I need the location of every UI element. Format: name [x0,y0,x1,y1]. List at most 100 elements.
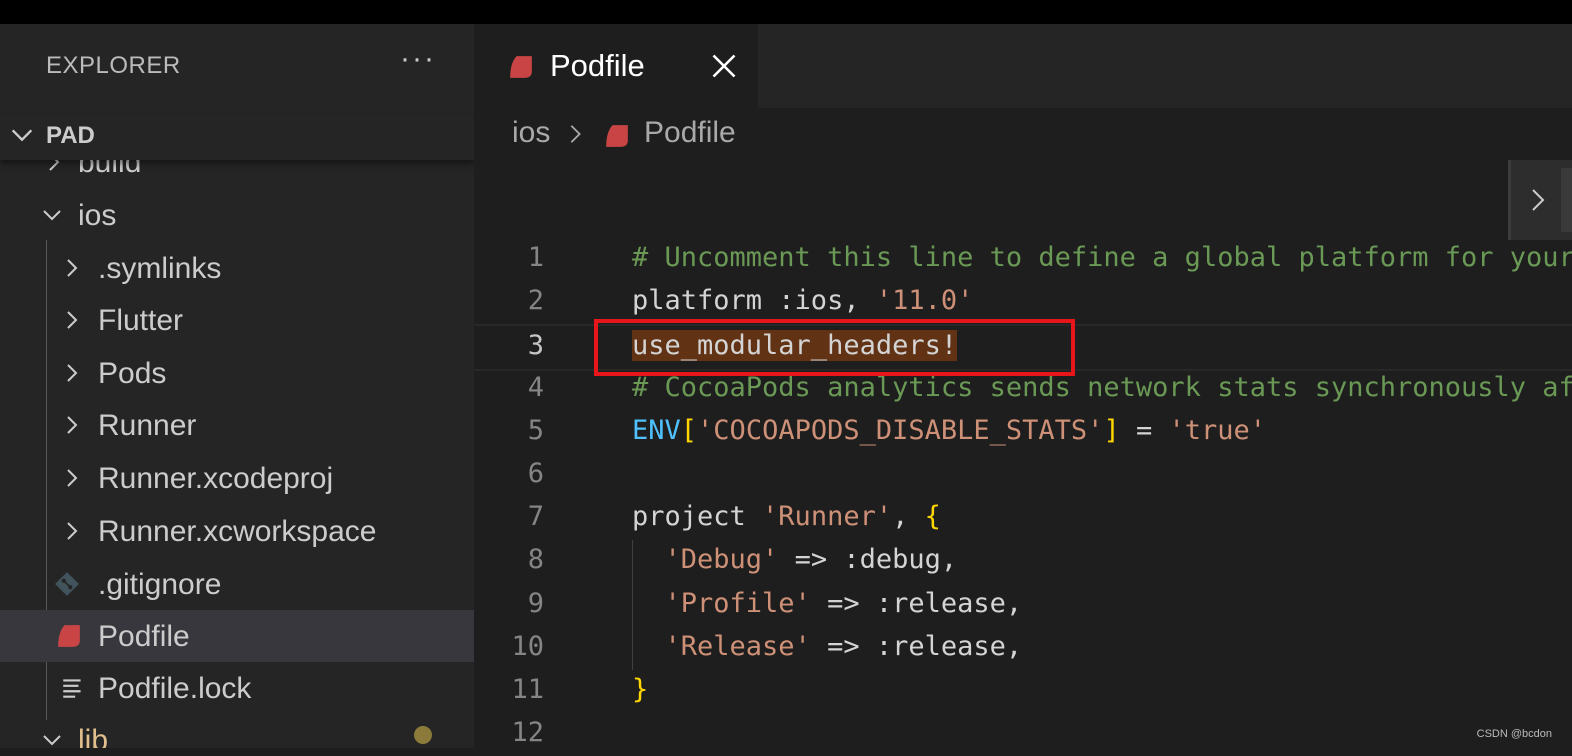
code-token: } [632,674,649,705]
code-token: ENV [632,414,681,446]
highlight-box [594,319,1075,376]
code-token: '11.0' [875,285,974,317]
code-token: => :release, [810,630,1023,662]
tree-item-label: Runner.xcworkspace [98,515,377,548]
workspace-title: PAD [46,122,95,149]
code-token: [ [680,414,698,446]
chevron-right-icon [67,311,78,329]
code-line[interactable]: 12 [474,713,1572,756]
chevron-right-icon [67,522,78,540]
tree-item-flutter[interactable]: Flutter [0,294,474,346]
line-code: # CocoaPods analytics sends network stat… [632,372,1572,403]
code-line[interactable]: 9 'Profile' => :release, [474,584,1572,627]
code-token: platform :ios, [632,285,876,317]
line-number: 9 [527,587,544,619]
modified-dot [414,726,432,744]
tree-item-label: ios [78,199,117,232]
line-number: 8 [527,544,544,576]
code-line[interactable]: 5 ENV['COCOAPODS_DISABLE_STATS'] = 'true' [474,411,1572,454]
code-line[interactable]: 8 'Debug' => :debug, [474,540,1572,583]
tree-item-label: lib [78,724,109,748]
window-top-bar [0,0,1572,24]
line-code: # Uncomment this line to define a global… [632,242,1572,273]
code-token: # Uncomment this line to define a global… [632,242,1572,273]
code-token: 'Profile' [664,587,811,619]
lines-icon [63,679,81,698]
line-number: 7 [527,501,544,533]
line-number: 2 [527,285,544,317]
peek-handle[interactable] [1561,168,1572,232]
code-line[interactable]: 1 # Uncomment this line to define a globa… [474,238,1572,281]
code-token: , [892,501,925,533]
code-token: = [1119,414,1169,446]
tab-bar: Podfile [474,24,1572,108]
code-token: 'COCOAPODS_DISABLE_STATS' [697,414,1104,446]
code-line[interactable]: 6 [474,454,1572,497]
tree-item-symlinks[interactable]: .symlinks [0,242,474,294]
ruby-icon [510,56,532,78]
chevron-right-icon [67,259,78,277]
code-token: => :debug, [778,544,958,576]
chevron-right-icon [67,416,78,434]
tree-item-label: Podfile [98,620,190,653]
code-token: project [632,501,763,533]
line-number: 11 [511,674,544,705]
tree-item-gitignore[interactable]: .gitignore [0,558,474,610]
tree-item-label: Runner [98,409,197,442]
code-line[interactable]: 7 project 'Runner', { [474,497,1572,540]
chevron-right-icon [67,469,78,487]
tab-podfile[interactable]: Podfile [474,24,758,108]
peek-panel-toggle[interactable] [1508,160,1572,240]
tree-item-label: Podfile.lock [98,672,252,705]
code-line[interactable]: 10 'Release' => :release, [474,627,1572,670]
tree-item-ios[interactable]: ios [0,189,474,241]
indent-guide [632,540,633,670]
workspace-section-header[interactable]: PAD [0,114,474,160]
code-token: 'Runner' [762,501,893,533]
line-code: 'Debug' => :debug, [632,544,958,576]
line-code: } [632,674,648,705]
watermark: CSDN @bcdon [1476,728,1552,740]
tree-item-label: Runner.xcodeproj [98,462,334,495]
tree-item-runner-xcworkspace[interactable]: Runner.xcworkspace [0,505,474,557]
tree-item-label: .symlinks [98,252,222,285]
line-code: platform :ios, '11.0' [632,285,973,316]
code-token: 'true' [1168,414,1267,446]
more-actions-icon[interactable]: ··· [400,42,436,76]
tree-item-podfile-lock[interactable]: Podfile.lock [0,662,474,714]
code-token: { [924,501,941,533]
close-icon[interactable] [710,52,738,80]
tab-label: Podfile [550,48,645,83]
code-token: => :release, [810,587,1023,619]
tree-item-pods[interactable]: Pods [0,347,474,399]
line-code: project 'Runner', { [632,501,941,532]
breadcrumb-folder[interactable]: ios [512,116,550,150]
chevron-down-icon [11,129,33,142]
chevron-down-icon [43,735,61,746]
tree-item-label: .gitignore [98,568,222,601]
tree-item-runner[interactable]: Runner [0,399,474,451]
line-code: 'Profile' => :release, [632,587,1023,619]
tree-item-podfile[interactable]: Podfile [0,610,474,662]
code-token: # CocoaPods analytics sends network stat… [632,371,1572,403]
tree-item-label: Flutter [98,304,184,337]
ruby-icon [58,625,80,647]
code-line[interactable]: 2 platform :ios, '11.0' [474,281,1572,324]
explorer-sidebar: EXPLORER ··· PAD build ios .symlinks Flu… [0,24,474,748]
code-line[interactable]: 11} [474,670,1572,713]
tree-item-runner-xcodeproj[interactable]: Runner.xcodeproj [0,452,474,504]
chevron-right-icon [570,125,581,143]
line-number: 6 [527,458,544,489]
tree-item-lib[interactable]: lib [0,714,474,748]
line-number: 4 [527,371,544,403]
line-number: 1 [527,242,544,273]
git-icon [55,572,79,596]
code-token: 'Release' [664,630,811,662]
tree-item-label: Pods [98,357,167,390]
code-token: ] [1103,414,1120,446]
line-number: 10 [511,630,544,662]
breadcrumb-file[interactable]: Podfile [644,116,736,150]
